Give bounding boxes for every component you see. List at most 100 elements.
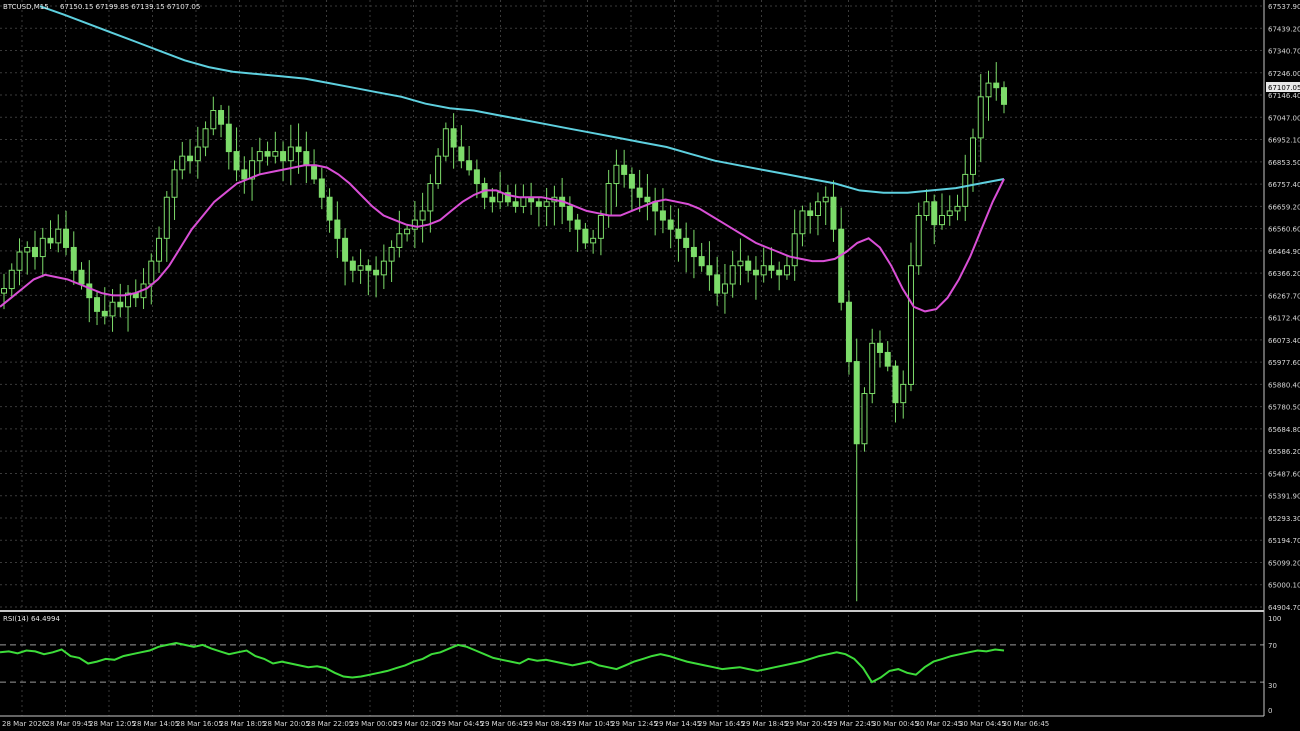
time-tick-label: 30 Mar 00:45 xyxy=(872,720,919,728)
time-tick-label: 29 Mar 02:00 xyxy=(394,720,441,728)
price-tick-label: 65684.80 xyxy=(1268,426,1300,434)
candle-body xyxy=(822,196,829,203)
candle-body xyxy=(1,288,7,294)
candle-body xyxy=(628,173,635,189)
candle-body xyxy=(853,361,860,445)
candle-body xyxy=(923,201,930,217)
candle-body xyxy=(907,265,914,385)
rsi-label: RSI(14) 64.4994 xyxy=(3,615,60,623)
time-tick-label: 29 Mar 20:45 xyxy=(785,720,832,728)
price-tick-label: 66172.40 xyxy=(1268,315,1300,323)
candle-body xyxy=(489,196,496,203)
time-axis: 28 Mar 2026 28 Mar 09:4528 Mar 12:0528 Ma… xyxy=(2,720,1049,728)
candle-body xyxy=(706,265,713,276)
candle-body xyxy=(303,151,310,166)
candle-body xyxy=(830,196,837,230)
time-tick-label: 29 Mar 18:45 xyxy=(742,720,789,728)
candle-body xyxy=(791,233,798,267)
price-tick-label: 65880.40 xyxy=(1268,381,1300,389)
time-tick-label: 29 Mar 14:45 xyxy=(655,720,702,728)
candle-body xyxy=(745,260,752,271)
candle-body xyxy=(962,173,969,207)
candle-body xyxy=(1001,87,1007,105)
candle-body xyxy=(101,310,108,317)
price-tick-label: 65487.60 xyxy=(1268,470,1300,478)
price-chart[interactable]: 67537.90 67439.20 67340.70 67246.00 67146.40… xyxy=(0,0,1300,731)
time-tick-label: 30 Mar 02:45 xyxy=(916,720,963,728)
time-tick-label: 30 Mar 04:45 xyxy=(959,720,1006,728)
candle-body xyxy=(931,201,938,226)
time-tick-label: 29 Mar 10:45 xyxy=(568,720,615,728)
time-tick-label: 29 Mar 04:45 xyxy=(437,720,484,728)
candle-body xyxy=(171,169,178,198)
candle-body xyxy=(698,256,705,267)
price-tick-label: 66659.20 xyxy=(1268,203,1300,211)
candle-body xyxy=(473,169,480,185)
candle-body xyxy=(365,265,372,271)
rsi-level-0: 0 xyxy=(1268,707,1272,715)
candle-body xyxy=(621,164,628,175)
candle-body xyxy=(450,128,457,148)
time-tick-label: 28 Mar 22:05 xyxy=(307,720,354,728)
candle-body xyxy=(380,260,387,276)
current-price-tag: 67107.05 xyxy=(1266,82,1300,92)
price-tick-label: 66073.40 xyxy=(1268,337,1300,345)
candle-body xyxy=(47,237,54,244)
candle-body xyxy=(78,269,85,285)
candle-body xyxy=(605,183,612,217)
candle-body xyxy=(938,215,945,226)
price-tick-label: 65000.10 xyxy=(1268,582,1300,590)
candle-body xyxy=(295,146,302,153)
candle-body xyxy=(690,246,697,258)
time-tick-label: 28 Mar 20:05 xyxy=(263,720,310,728)
time-tick-label: 29 Mar 00:00 xyxy=(350,720,397,728)
candle-body xyxy=(388,246,395,262)
candle-body xyxy=(179,155,186,171)
candle-body xyxy=(311,164,318,180)
time-tick-label: 29 Mar 16:45 xyxy=(698,720,745,728)
candle-body xyxy=(985,82,992,98)
price-tick-label: 67537.90 xyxy=(1268,3,1300,11)
candle-body xyxy=(458,146,465,162)
candle-body xyxy=(32,246,39,258)
candle-body xyxy=(16,251,23,271)
candle-body xyxy=(326,196,333,221)
candle-body xyxy=(814,201,821,217)
candle-body xyxy=(8,269,15,290)
candle-body xyxy=(597,215,604,239)
candle-body xyxy=(117,301,124,308)
candle-body xyxy=(752,269,759,276)
price-tick-label: 66853.50 xyxy=(1268,159,1300,167)
candle-body xyxy=(582,228,589,244)
candle-body xyxy=(861,393,868,445)
candle-body xyxy=(427,183,434,212)
candle-body xyxy=(349,260,356,271)
candle-body xyxy=(256,151,263,162)
candle-body xyxy=(566,205,573,221)
time-tick-label: 28 Mar 12:05 xyxy=(89,720,136,728)
candle-body xyxy=(613,164,620,185)
candle-body xyxy=(218,110,225,125)
candle-body xyxy=(799,210,806,235)
time-tick-label: 30 Mar 06:45 xyxy=(1003,720,1050,728)
time-tick-label: 28 Mar 14:05 xyxy=(133,720,180,728)
candle-body xyxy=(156,237,163,262)
candle-body xyxy=(70,246,77,271)
candle-body xyxy=(497,192,504,203)
candle-body xyxy=(280,151,287,162)
time-tick-label: 29 Mar 06:45 xyxy=(481,720,528,728)
price-tick-label: 65391.90 xyxy=(1268,493,1300,501)
candle-body xyxy=(776,269,783,276)
candle-body xyxy=(39,237,46,258)
candle-body xyxy=(721,283,728,294)
candle-body xyxy=(411,219,418,230)
price-tick-label: 67246.00 xyxy=(1268,70,1300,78)
price-tick-label: 64904.70 xyxy=(1268,604,1300,612)
candle-body xyxy=(884,351,891,367)
candle-body xyxy=(466,160,473,171)
rsi-level-30: 30 xyxy=(1268,682,1277,690)
candle-body xyxy=(845,301,852,363)
price-tick-label: 67047.00 xyxy=(1268,114,1300,122)
candle-body xyxy=(404,228,411,235)
price-tick-label: 67340.70 xyxy=(1268,48,1300,56)
